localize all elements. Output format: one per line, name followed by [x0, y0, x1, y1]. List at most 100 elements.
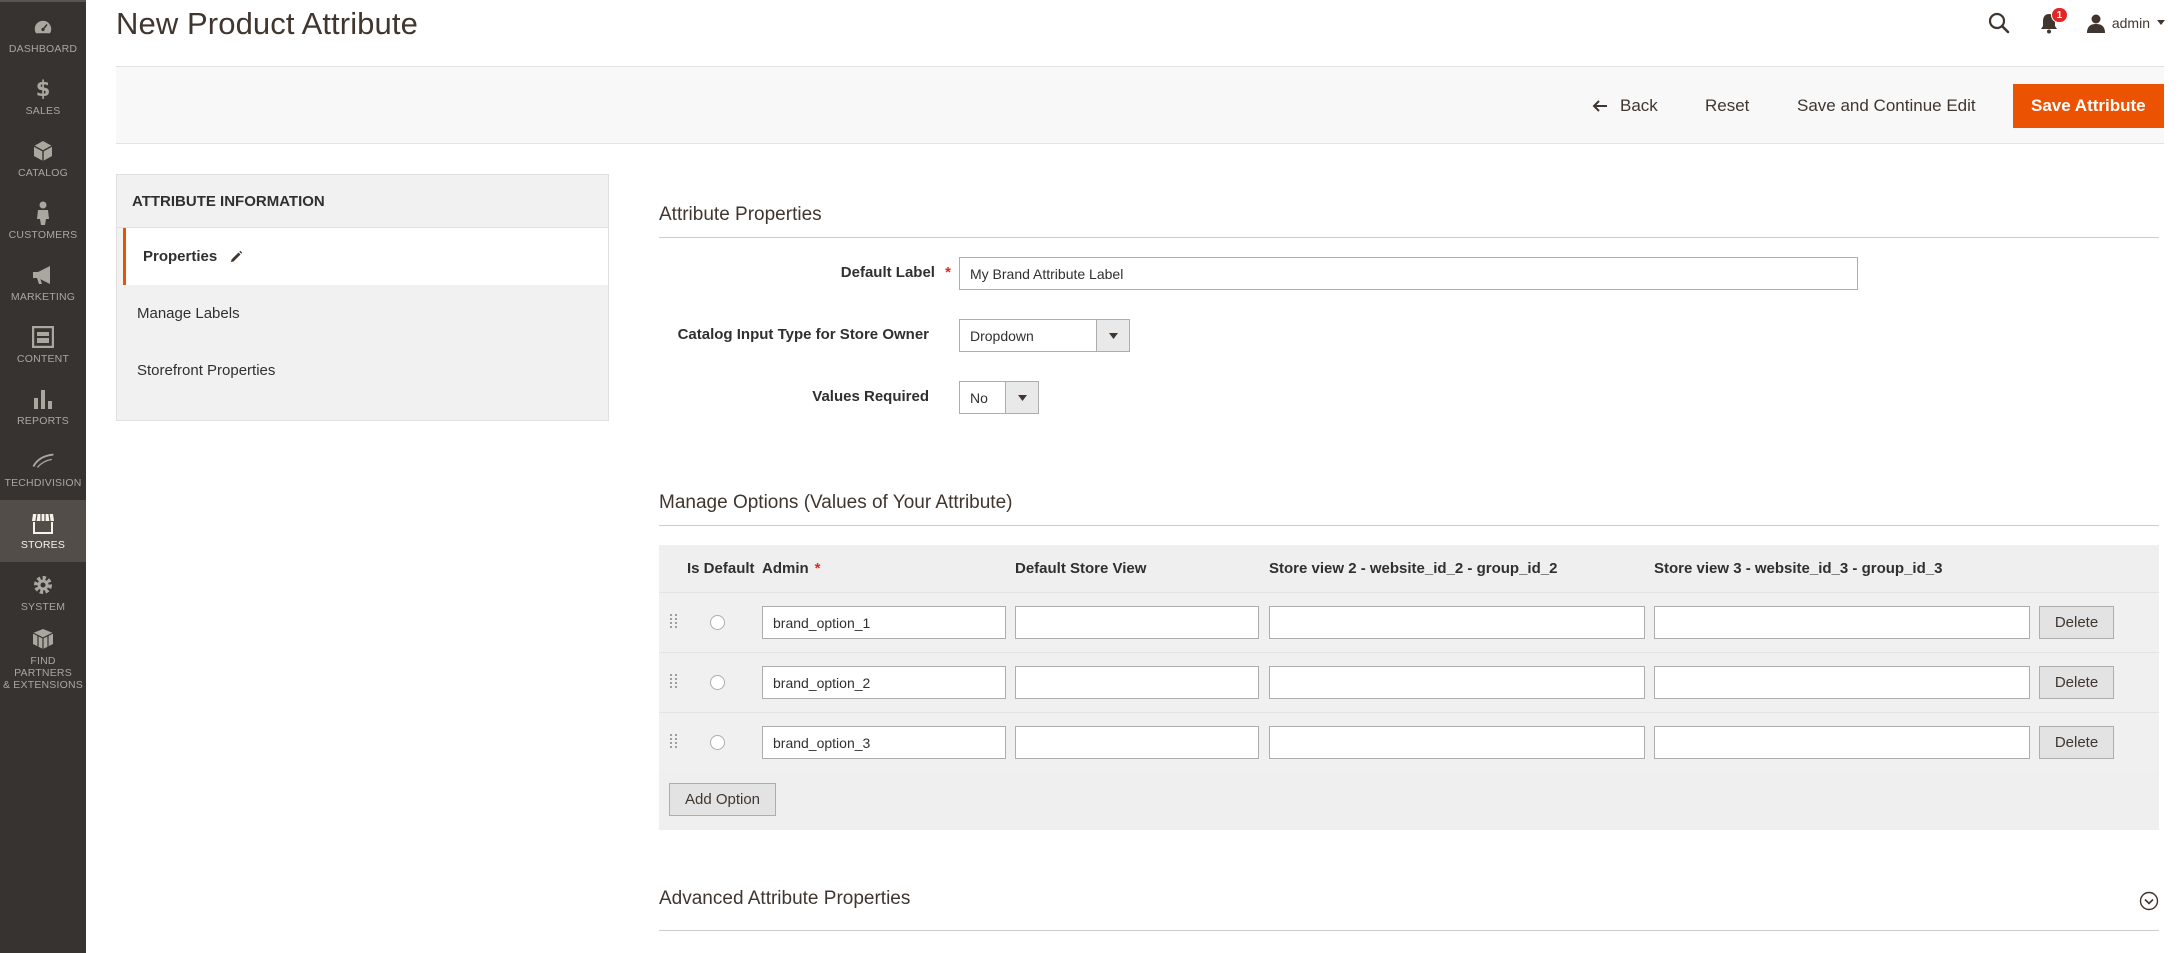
- save-attribute-button[interactable]: Save Attribute: [2013, 84, 2164, 128]
- drag-handle-icon[interactable]: [670, 734, 678, 750]
- nav-item-system[interactable]: System: [0, 562, 86, 624]
- delete-option-button[interactable]: Delete: [2039, 606, 2114, 639]
- nav-label-line-1: Find Partners: [14, 655, 72, 679]
- dollar-icon: $: [31, 77, 55, 101]
- sidebar-top-line: [0, 0, 86, 2]
- store-view-3-input[interactable]: [1654, 606, 2030, 639]
- person-icon: [31, 201, 55, 225]
- back-button[interactable]: Back: [1592, 84, 1658, 128]
- nav-item-marketing[interactable]: Marketing: [0, 252, 86, 314]
- nav-label: Customers: [8, 229, 78, 241]
- nav-item-catalog[interactable]: Catalog: [0, 128, 86, 190]
- delete-option-button[interactable]: Delete: [2039, 666, 2114, 699]
- layout-icon: [31, 325, 55, 349]
- admin-value-input[interactable]: [762, 606, 1006, 639]
- nav-item-sales[interactable]: $ Sales: [0, 66, 86, 128]
- tab-properties-label: Properties: [143, 248, 218, 265]
- nav-label: Reports: [17, 415, 69, 427]
- drag-handle-icon[interactable]: [670, 614, 678, 630]
- page-actions-bar: Back Reset Save and Continue Edit Save A…: [116, 67, 2164, 144]
- values-required-label: Values Required: [812, 388, 929, 405]
- save-and-continue-button[interactable]: Save and Continue Edit: [1797, 84, 1976, 128]
- input-type-label: Catalog Input Type for Store Owner: [677, 326, 929, 343]
- gear-icon: [31, 573, 55, 597]
- nav-label-line-2: & Extensions: [2, 679, 83, 691]
- nav-label: Techdivision: [4, 477, 82, 489]
- megaphone-icon: [31, 263, 55, 287]
- default-store-view-input[interactable]: [1015, 726, 1259, 759]
- techdivision-logo-icon: [31, 449, 55, 473]
- search-icon[interactable]: [1984, 8, 2014, 38]
- column-header-admin: Admin *: [762, 545, 821, 592]
- tab-manage-labels[interactable]: Manage Labels: [117, 285, 608, 342]
- option-row: Delete: [659, 592, 2159, 652]
- is-default-radio[interactable]: [710, 615, 725, 630]
- manage-options-table: Is Default Admin * Default Store View St…: [659, 545, 2159, 830]
- manage-options-title: Manage Options (Values of Your Attribute…: [659, 492, 1013, 513]
- is-default-radio[interactable]: [710, 675, 725, 690]
- store-view-2-input[interactable]: [1269, 726, 1645, 759]
- notifications-bell-icon[interactable]: 1: [2034, 7, 2068, 38]
- svg-text:$: $: [36, 78, 51, 100]
- nav-label: Stores: [20, 539, 66, 551]
- nav-item-dashboard[interactable]: Dashboard: [0, 4, 86, 66]
- store-view-3-input[interactable]: [1654, 666, 2030, 699]
- default-label-label: Default Label *: [659, 264, 951, 281]
- store-icon: [31, 511, 55, 535]
- nav-item-customers[interactable]: Customers: [0, 190, 86, 252]
- tab-storefront-properties[interactable]: Storefront Properties: [117, 342, 608, 399]
- caret-down-icon: [1096, 320, 1129, 351]
- column-header-store-view-2: Store view 2 - website_id_2 - group_id_2: [1269, 560, 1558, 577]
- advanced-attribute-properties-title[interactable]: Advanced Attribute Properties: [659, 888, 910, 910]
- admin-value-input[interactable]: [762, 666, 1006, 699]
- drag-handle-icon[interactable]: [670, 674, 678, 690]
- column-header-store-view-3: Store view 3 - website_id_3 - group_id_3: [1654, 560, 1943, 577]
- admin-user-menu[interactable]: admin: [2086, 13, 2165, 33]
- values-required-select[interactable]: No: [959, 381, 1039, 414]
- admin-username: admin: [2111, 15, 2150, 31]
- user-icon: [2086, 14, 2105, 33]
- option-row: Delete: [659, 712, 2159, 772]
- section-divider: [659, 525, 2159, 526]
- add-option-button[interactable]: Add Option: [669, 783, 776, 816]
- default-label-input[interactable]: [959, 257, 1858, 290]
- nav-item-techdivision[interactable]: Techdivision: [0, 438, 86, 500]
- back-button-label: Back: [1620, 96, 1658, 115]
- default-label-text: Default Label: [840, 264, 935, 281]
- reset-button[interactable]: Reset: [1705, 84, 1749, 128]
- delete-option-button[interactable]: Delete: [2039, 726, 2114, 759]
- nav-label: Content: [16, 353, 70, 365]
- chevron-down-circle-icon[interactable]: [2139, 891, 2159, 911]
- store-view-3-input[interactable]: [1654, 726, 2030, 759]
- boxes-icon: [31, 627, 55, 651]
- store-view-2-input[interactable]: [1269, 666, 1645, 699]
- page-title: New Product Attribute: [116, 6, 418, 41]
- dashboard-icon: [31, 15, 55, 39]
- notifications-count-badge: 1: [2050, 7, 2068, 23]
- nav-item-find-partners[interactable]: Find Partners & Extensions: [0, 626, 86, 692]
- attribute-information-title: Attribute Information: [117, 175, 608, 228]
- header-actions: 1 admin: [1984, 7, 2165, 38]
- nav-item-content[interactable]: Content: [0, 314, 86, 376]
- required-asterisk: *: [814, 560, 821, 577]
- nav-item-reports[interactable]: Reports: [0, 376, 86, 438]
- section-divider: [659, 237, 2159, 238]
- tab-properties[interactable]: Properties: [123, 228, 608, 285]
- column-header-default-store-view: Default Store View: [1015, 560, 1147, 577]
- values-required-value: No: [970, 389, 988, 406]
- nav-label: Dashboard: [8, 43, 78, 55]
- attribute-information-panel: Attribute Information Properties Manage …: [116, 174, 609, 421]
- store-view-2-input[interactable]: [1269, 606, 1645, 639]
- attribute-properties-title: Attribute Properties: [659, 204, 822, 225]
- admin-value-input[interactable]: [762, 726, 1006, 759]
- arrow-left-icon: [1592, 100, 1607, 112]
- nav-label: Marketing: [10, 291, 76, 303]
- bar-chart-icon: [31, 387, 55, 411]
- default-store-view-input[interactable]: [1015, 606, 1259, 639]
- default-store-view-input[interactable]: [1015, 666, 1259, 699]
- nav-label: Catalog: [17, 167, 69, 179]
- is-default-radio[interactable]: [710, 735, 725, 750]
- column-header-admin-label: Admin: [762, 560, 809, 577]
- input-type-select[interactable]: Dropdown: [959, 319, 1130, 352]
- nav-item-stores[interactable]: Stores: [0, 500, 86, 562]
